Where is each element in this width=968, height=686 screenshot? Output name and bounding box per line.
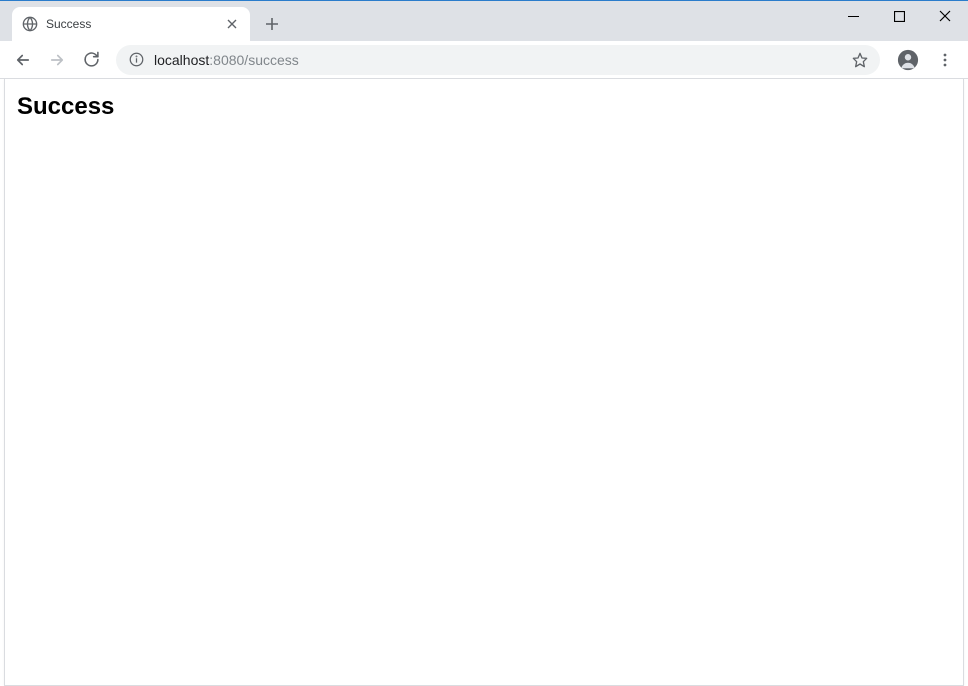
profile-button[interactable] [894, 46, 922, 74]
address-bar[interactable]: localhost:8080/success [116, 45, 880, 75]
page-heading: Success [17, 93, 951, 121]
maximize-button[interactable] [876, 1, 922, 31]
browser-tab[interactable]: Success [12, 7, 250, 41]
reload-button[interactable] [76, 45, 106, 75]
url-host: localhost [154, 52, 209, 68]
toolbar: localhost:8080/success [0, 41, 968, 79]
minimize-button[interactable] [830, 1, 876, 31]
tab-strip: Success [0, 1, 968, 41]
page-viewport: Success [4, 79, 964, 686]
globe-icon [22, 16, 38, 32]
back-button[interactable] [8, 45, 38, 75]
browser-chrome: Success [0, 1, 968, 79]
url-text: localhost:8080/success [154, 52, 842, 68]
window-controls [830, 1, 968, 31]
site-info-icon[interactable] [128, 52, 144, 68]
close-tab-button[interactable] [224, 16, 240, 32]
close-window-button[interactable] [922, 1, 968, 31]
menu-button[interactable] [930, 45, 960, 75]
bookmark-star-icon[interactable] [852, 52, 868, 68]
forward-button [42, 45, 72, 75]
tab-title: Success [46, 17, 216, 31]
url-path: :8080/success [209, 52, 299, 68]
new-tab-button[interactable] [258, 10, 286, 38]
